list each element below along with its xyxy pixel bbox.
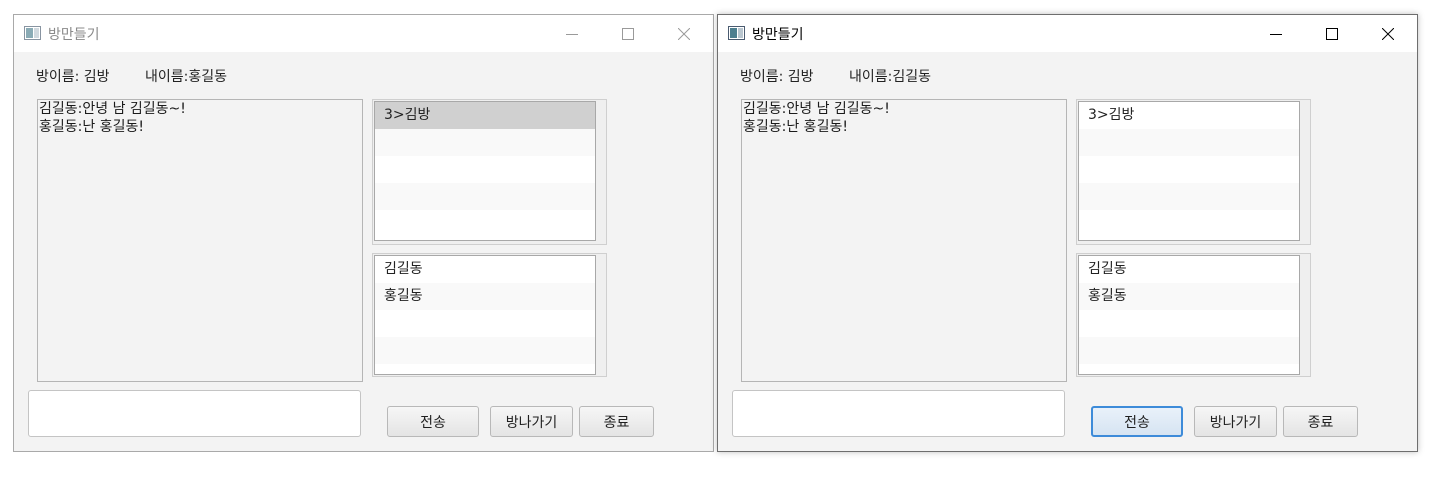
chat-log[interactable]: 김길동:안녕 남 김길동~! 홍길동:난 홍길동! bbox=[741, 99, 1067, 382]
chat-line: 홍길동:난 홍길동! bbox=[743, 119, 848, 135]
user-list-item[interactable]: 홍길동 bbox=[375, 283, 595, 310]
user-list-item[interactable] bbox=[1079, 310, 1299, 337]
maximize-icon bbox=[1326, 27, 1338, 40]
leave-room-button[interactable]: 방나가기 bbox=[490, 406, 573, 437]
room-name-label: 방이름: 김방 bbox=[36, 69, 110, 85]
title-bar[interactable]: 방만들기 bbox=[718, 15, 1417, 52]
maximize-icon bbox=[622, 27, 634, 40]
close-button[interactable] bbox=[1365, 15, 1411, 52]
close-icon bbox=[678, 27, 690, 40]
window-title: 방만들기 bbox=[752, 27, 804, 43]
room-list-item[interactable] bbox=[375, 183, 595, 210]
minimize-button[interactable] bbox=[1253, 15, 1299, 52]
my-name-label: 내이름:홍길동 bbox=[145, 69, 227, 85]
user-list-item[interactable] bbox=[1079, 364, 1299, 374]
title-bar[interactable]: 방만들기 bbox=[14, 15, 713, 52]
minimize-icon bbox=[566, 33, 578, 35]
room-list-item[interactable] bbox=[375, 156, 595, 183]
close-button[interactable] bbox=[661, 15, 707, 52]
exit-button[interactable]: 종료 bbox=[1283, 406, 1358, 437]
room-list-frame: 3>김방 bbox=[1076, 99, 1311, 245]
room-list-item[interactable] bbox=[375, 129, 595, 156]
room-list-item[interactable] bbox=[1079, 156, 1299, 183]
user-list-item[interactable]: 김길동 bbox=[1079, 256, 1299, 283]
window-app-icon bbox=[24, 26, 41, 40]
chat-window-2: 방만들기 방이름: 김방 내이름:김길동 김길동:안녕 남 김길동~! 홍길동:… bbox=[717, 14, 1418, 452]
my-name-label: 내이름:김길동 bbox=[849, 69, 931, 85]
exit-button[interactable]: 종료 bbox=[579, 406, 654, 437]
leave-room-button[interactable]: 방나가기 bbox=[1194, 406, 1277, 437]
user-list-frame: 김길동 홍길동 bbox=[1076, 253, 1311, 377]
user-list[interactable]: 김길동 홍길동 bbox=[374, 255, 596, 375]
send-button[interactable]: 전송 bbox=[1091, 406, 1183, 437]
room-list-item[interactable]: 3>김방 bbox=[1079, 102, 1299, 129]
room-list[interactable]: 3>김방 bbox=[1078, 101, 1300, 241]
user-list-item[interactable]: 홍길동 bbox=[1079, 283, 1299, 310]
room-list-frame: 3>김방 bbox=[372, 99, 607, 245]
room-list-item[interactable]: 3>김방 bbox=[375, 102, 595, 129]
room-list-item[interactable] bbox=[375, 210, 595, 237]
window-app-icon bbox=[728, 26, 745, 40]
room-list[interactable]: 3>김방 bbox=[374, 101, 596, 241]
maximize-button[interactable] bbox=[605, 15, 651, 52]
chat-line: 김길동:안녕 남 김길동~! bbox=[743, 101, 890, 117]
send-button[interactable]: 전송 bbox=[387, 406, 479, 437]
user-list-item[interactable] bbox=[375, 337, 595, 364]
chat-line: 홍길동:난 홍길동! bbox=[39, 119, 144, 135]
room-name-label: 방이름: 김방 bbox=[740, 69, 814, 85]
minimize-button[interactable] bbox=[549, 15, 595, 52]
maximize-button[interactable] bbox=[1309, 15, 1355, 52]
user-list-item[interactable] bbox=[1079, 337, 1299, 364]
room-list-item[interactable] bbox=[1079, 129, 1299, 156]
chat-log[interactable]: 김길동:안녕 남 김길동~! 홍길동:난 홍길동! bbox=[37, 99, 363, 382]
user-list-item[interactable]: 김길동 bbox=[375, 256, 595, 283]
room-list-item[interactable] bbox=[1079, 210, 1299, 237]
chat-window-1: 방만들기 방이름: 김방 내이름:홍길동 김길동:안녕 남 김길동~! 홍길동:… bbox=[13, 14, 714, 452]
user-list-item[interactable] bbox=[375, 364, 595, 374]
close-icon bbox=[1382, 27, 1394, 40]
user-list[interactable]: 김길동 홍길동 bbox=[1078, 255, 1300, 375]
chat-line: 김길동:안녕 남 김길동~! bbox=[39, 101, 186, 117]
window-title: 방만들기 bbox=[48, 27, 100, 43]
message-input[interactable] bbox=[28, 390, 361, 437]
minimize-icon bbox=[1270, 33, 1282, 35]
room-list-item[interactable] bbox=[1079, 183, 1299, 210]
message-input[interactable] bbox=[732, 390, 1065, 437]
user-list-item[interactable] bbox=[375, 310, 595, 337]
user-list-frame: 김길동 홍길동 bbox=[372, 253, 607, 377]
